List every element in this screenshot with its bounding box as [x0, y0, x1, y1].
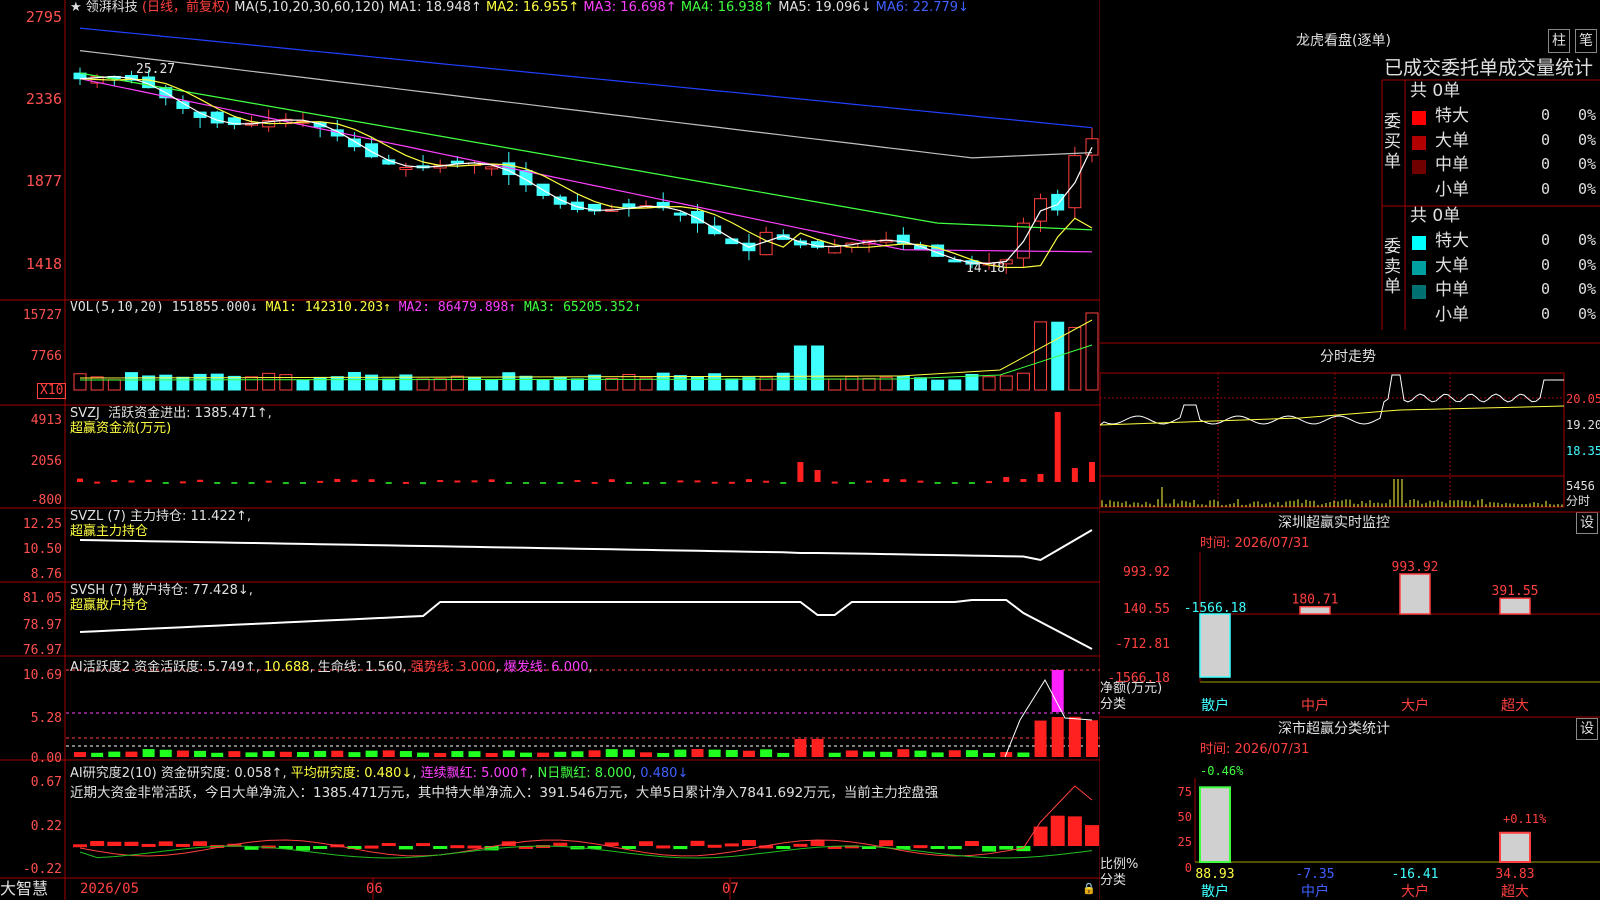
sz-class-category: 大户 — [1401, 883, 1429, 900]
sz-class-value: 88.93 — [1195, 867, 1234, 882]
sz-class-value: -7.35 — [1295, 867, 1334, 882]
sz-monitor-bar — [1299, 605, 1331, 615]
sz-class-category: 中户 — [1301, 883, 1329, 900]
sz-class-bar — [1199, 786, 1231, 864]
sz-class-axis-4: 0 — [1185, 861, 1192, 875]
sz-monitor-category: 超大 — [1501, 698, 1529, 714]
intraday-avg-line — [1099, 405, 1565, 426]
sz-monitor-value: 180.71 — [1292, 593, 1339, 608]
sz-class-axis-3: 25 — [1178, 835, 1192, 849]
sz-class-category: 超大 — [1501, 884, 1529, 900]
sz-monitor-value: 391.55 — [1492, 584, 1539, 599]
sz-class-value: 34.83 — [1495, 867, 1534, 882]
sz-class-top-label: +0.11% — [1503, 812, 1547, 826]
sz-class-category: 散户 — [1201, 883, 1229, 900]
sz-monitor-axis-4: -1566.18 — [1107, 671, 1170, 686]
sz-monitor-bar — [1499, 597, 1531, 615]
sz-monitor-category: 大户 — [1401, 697, 1429, 714]
sz-class-value: -16.41 — [1392, 867, 1439, 882]
sz-monitor-value: 993.92 — [1392, 560, 1439, 575]
sz-monitor-value: -1566.18 — [1184, 601, 1247, 616]
sz-monitor-bar — [1199, 613, 1231, 678]
sz-class-axis-2: 50 — [1178, 810, 1192, 824]
sz-monitor-axis-2: 140.55 — [1123, 602, 1170, 617]
sz-monitor-axis-1: 993.92 — [1123, 565, 1170, 580]
sz-monitor-category: 散户 — [1201, 697, 1229, 714]
sz-class-axis-1: 75 — [1178, 785, 1192, 799]
sz-monitor-category: 中户 — [1301, 697, 1329, 714]
intraday-frame — [1099, 372, 1565, 508]
sz-monitor-axis-3: -712.81 — [1115, 637, 1170, 652]
intraday-price-line — [1099, 374, 1564, 426]
sz-class-bar — [1499, 831, 1531, 863]
sz-monitor-bar — [1399, 573, 1431, 615]
right-panel-charts: 993.92 140.55 -712.81 -1566.18 -1566.18 散户 180… — [1099, 79, 1600, 900]
sz-class-top-label: -0.46% — [1200, 764, 1244, 778]
